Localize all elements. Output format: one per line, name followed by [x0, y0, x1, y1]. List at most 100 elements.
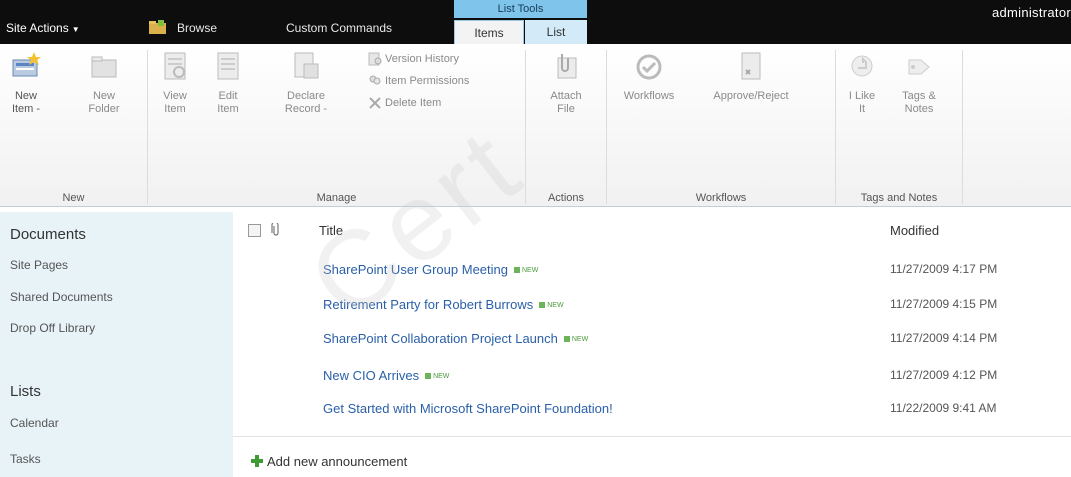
group-label-workflows: Workflows	[695, 192, 747, 204]
new-folder-icon	[91, 56, 117, 78]
tab-custom-commands[interactable]: Custom Commands	[286, 21, 392, 35]
approve-reject-icon	[741, 52, 761, 80]
item-title: SharePoint Collaboration Project Launch	[323, 331, 558, 346]
select-all-checkbox[interactable]	[248, 224, 261, 237]
tab-items[interactable]: Items	[454, 20, 524, 45]
site-actions-menu[interactable]: Site Actions ▼	[6, 21, 80, 35]
tab-list[interactable]: List	[525, 20, 587, 45]
nav-item-drop-off-library[interactable]: Drop Off Library	[10, 321, 95, 335]
declare-record-button[interactable]: Declare Record -	[278, 50, 334, 116]
ribbon-group-tags-notes: I Like It Tags & Notes Tags and Notes	[836, 44, 962, 207]
workflows-icon	[636, 54, 662, 80]
group-label-new: New	[62, 192, 85, 204]
item-modified: 11/27/2009 4:15 PM	[890, 297, 998, 311]
attach-file-button[interactable]: Attach File	[542, 50, 590, 116]
item-title: Get Started with Microsoft SharePoint Fo…	[323, 401, 613, 416]
ribbon-group-manage: View Item Edit Item Declare Record - Ver…	[148, 44, 525, 207]
new-folder-button[interactable]: New Folder	[80, 50, 128, 116]
approve-reject-label: Approve/Reject	[713, 90, 789, 102]
item-title-link[interactable]: Retirement Party for Robert Burrows NEW	[323, 297, 564, 312]
item-modified: 11/27/2009 4:17 PM	[890, 262, 998, 276]
delete-item-label: Delete Item	[385, 96, 442, 109]
list-item[interactable]: SharePoint User Group Meeting NEW 11/27/2…	[233, 256, 1071, 284]
quick-launch: Documents Site Pages Shared Documents Dr…	[0, 212, 233, 477]
delete-item-button[interactable]: Delete Item	[368, 96, 441, 110]
nav-item-site-pages[interactable]: Site Pages	[10, 258, 68, 272]
item-title-link[interactable]: SharePoint User Group Meeting NEW	[323, 262, 538, 277]
group-label-tags-notes: Tags and Notes	[860, 192, 938, 204]
list-item[interactable]: Retirement Party for Robert Burrows NEW 1…	[233, 291, 1071, 319]
new-badge: NEW	[539, 302, 563, 309]
edit-item-button[interactable]: Edit Item	[206, 50, 250, 116]
workflows-label: Workflows	[623, 90, 675, 102]
item-title: Retirement Party for Robert Burrows	[323, 297, 534, 312]
item-permissions-label: Item Permissions	[385, 74, 470, 87]
i-like-it-label: I Like It	[848, 90, 876, 115]
view-item-icon	[164, 52, 186, 80]
group-separator	[962, 50, 963, 204]
group-label-manage: Manage	[316, 192, 357, 204]
view-item-label: View Item	[163, 90, 187, 115]
new-item-label: New Item -	[11, 90, 41, 115]
delete-icon	[369, 97, 381, 109]
nav-item-shared-documents[interactable]: Shared Documents	[10, 290, 113, 304]
nav-heading-documents[interactable]: Documents	[10, 226, 86, 243]
item-permissions-icon	[369, 75, 381, 85]
tags-notes-label: Tags & Notes	[902, 90, 936, 115]
ribbon-group-actions: Attach File Actions	[526, 44, 606, 207]
item-title-link[interactable]: New CIO Arrives NEW	[323, 368, 449, 383]
new-item-icon	[12, 52, 41, 77]
new-item-button[interactable]: New Item -	[4, 50, 48, 116]
chevron-down-icon: ▼	[71, 25, 80, 34]
nav-heading-lists[interactable]: Lists	[10, 383, 41, 400]
attachment-icon	[271, 223, 279, 236]
approve-reject-button[interactable]: Approve/Reject	[699, 50, 803, 103]
item-modified: 11/27/2009 4:12 PM	[890, 368, 998, 382]
view-item-button[interactable]: View Item	[150, 50, 200, 116]
version-history-icon	[368, 52, 382, 66]
workflows-button[interactable]: Workflows	[613, 50, 685, 103]
user-menu[interactable]: administrator	[992, 5, 1071, 20]
add-new-label: Add new announcement	[267, 454, 408, 469]
tag-icon	[908, 59, 930, 75]
edit-item-icon	[217, 52, 239, 80]
nav-item-tasks[interactable]: Tasks	[10, 452, 41, 466]
item-title: SharePoint User Group Meeting	[323, 262, 508, 277]
list-item[interactable]: SharePoint Collaboration Project Launch N…	[233, 325, 1071, 353]
ribbon: New Item - New Folder New View Item Edit…	[0, 44, 1071, 207]
list-item[interactable]: Get Started with Microsoft SharePoint Fo…	[233, 395, 1071, 423]
i-like-it-button[interactable]: I Like It	[840, 50, 884, 116]
add-new-announcement-link[interactable]: Add new announcement	[251, 454, 407, 469]
list-item[interactable]: New CIO Arrives NEW 11/27/2009 4:12 PM	[233, 362, 1071, 390]
declare-record-icon	[294, 52, 319, 79]
folder-navigate-icon[interactable]	[149, 20, 167, 34]
new-folder-label: New Folder	[88, 90, 120, 115]
ribbon-group-new: New Item - New Folder New	[0, 44, 147, 207]
attach-file-label: Attach File	[550, 90, 582, 115]
thumbs-up-icon	[851, 55, 873, 77]
column-header-title[interactable]: Title	[319, 223, 343, 238]
new-badge: NEW	[425, 373, 449, 380]
version-history-label: Version History	[385, 52, 459, 65]
column-header-modified[interactable]: Modified	[890, 223, 939, 238]
list-tools-group-label: List Tools	[454, 0, 587, 18]
attach-file-icon	[557, 54, 577, 79]
tags-notes-button[interactable]: Tags & Notes	[894, 50, 944, 116]
site-actions-label: Site Actions	[6, 21, 69, 35]
item-title-link[interactable]: SharePoint Collaboration Project Launch N…	[323, 331, 588, 346]
add-icon	[251, 455, 263, 467]
edit-item-label: Edit Item	[217, 90, 239, 115]
declare-record-label: Declare Record -	[284, 90, 328, 115]
new-badge: NEW	[514, 267, 538, 274]
item-modified: 11/27/2009 4:14 PM	[890, 331, 998, 345]
version-history-button[interactable]: Version History	[368, 52, 459, 66]
ribbon-group-workflows: Workflows Approve/Reject Workflows	[607, 44, 835, 207]
nav-item-calendar[interactable]: Calendar	[10, 416, 59, 430]
tab-browse[interactable]: Browse	[177, 21, 217, 35]
item-title-link[interactable]: Get Started with Microsoft SharePoint Fo…	[323, 401, 613, 416]
item-permissions-button[interactable]: Item Permissions	[368, 74, 469, 88]
group-label-actions: Actions	[547, 192, 585, 204]
new-badge: NEW	[564, 336, 588, 343]
announcements-list: Title Modified SharePoint User Group Mee…	[233, 212, 1071, 477]
list-divider	[233, 436, 1071, 437]
